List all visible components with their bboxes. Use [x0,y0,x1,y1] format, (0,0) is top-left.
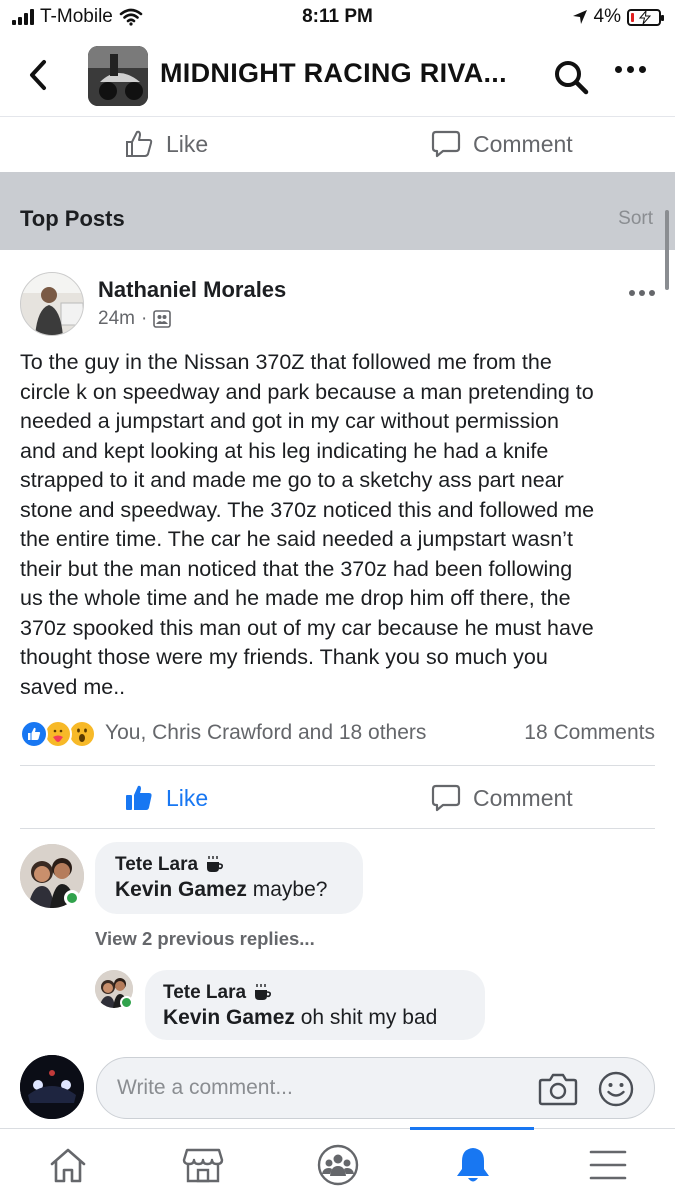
top-posts-header: Top Posts Sort [0,172,675,250]
post-line: the entire time. The car he said needed … [20,527,573,551]
comment-author-name: Tete Lara [115,854,199,875]
thumbs-up-filled-icon [126,785,152,810]
comment-author[interactable]: Tete Lara [115,854,224,876]
members-audience-icon [153,310,172,328]
reaction-icons [20,720,102,748]
menu-icon [589,1150,626,1180]
group-title[interactable]: MIDNIGHT RACING RIVA... [160,58,507,89]
bottom-tab-bar [0,1127,675,1200]
battery-percent: 4% [593,6,621,27]
previous-post-actions: Like Comment [0,116,675,172]
like-reaction-icon [20,720,48,748]
comment-input-placeholder: Write a comment... [117,1076,293,1099]
smiley-icon [598,1071,634,1107]
post-meta: 24m · [98,308,172,330]
post-line: and and kept looking at his leg indicati… [20,438,549,463]
comment-bubble[interactable]: Tete Lara Kevin Gamez maybe? [95,842,363,914]
care-reaction-icon [44,720,72,748]
coffee-cup-icon [207,856,224,872]
tab-menu[interactable] [540,1129,675,1200]
status-right: 4% [572,6,664,28]
tab-notifications[interactable] [405,1129,540,1200]
like-button[interactable]: Like [124,783,208,813]
online-status-dot [120,996,133,1009]
search-button[interactable] [552,58,590,96]
online-status-dot [64,890,80,906]
home-icon [50,1148,85,1183]
post-line: needed a jumpstart and got in my car wit… [20,409,559,433]
thumbs-up-outline-icon [126,130,153,157]
post-options-button[interactable] [629,290,655,296]
reactions-text[interactable]: You, Chris Crawford and 18 others [105,721,426,745]
reply-message: oh shit my bad [294,1006,438,1029]
meta-separator: · [140,308,148,329]
post-actions: Like Comment [20,765,655,829]
post-line: stone and speedway. The 370z noticed thi… [20,497,595,522]
like-label: Like [166,784,209,811]
camera-button[interactable] [538,1071,578,1112]
sort-button[interactable]: Sort [618,208,653,230]
current-user-avatar[interactable] [20,1055,84,1119]
groups-icon [317,1144,358,1186]
comment-button[interactable]: Comment [431,783,573,813]
post-body: To the guy in the Nissan 370Z that follo… [20,348,660,702]
tab-groups[interactable] [270,1129,405,1200]
camera-icon [538,1073,578,1106]
comment-message: maybe? [246,878,328,901]
tab-marketplace[interactable] [135,1129,270,1200]
comment-mention[interactable]: Kevin Gamez [115,878,247,901]
nav-bar: MIDNIGHT RACING RIVA... [0,36,675,116]
back-button[interactable] [24,58,54,92]
comment-text: Kevin Gamez maybe? [115,878,327,902]
comment-icon [431,130,461,158]
chevron-left-icon [30,60,46,90]
post-line: thought those were my friends. Thank you… [20,645,548,669]
post-line: their but the man noticed that the 370z … [20,556,573,581]
post-author-avatar[interactable] [20,272,84,336]
reply-mention[interactable]: Kevin Gamez [163,1006,295,1029]
tab-home[interactable] [0,1129,135,1200]
marketplace-icon [182,1148,223,1183]
post-line: circle k on speedway and park because a … [20,379,594,404]
post-time[interactable]: 24m [98,308,135,330]
previous-comment-label: Comment [473,130,573,157]
post-line: strapped to it and made me go to a sketc… [20,468,564,492]
group-avatar[interactable] [88,46,148,106]
reply-bubble[interactable]: Tete Lara Kevin Gamez oh shit my bad [145,970,485,1040]
location-arrow-icon [572,10,587,24]
status-bar: T-Mobile 8:11 PM 4% [0,0,675,36]
post-line: To the guy in the Nissan 370Z that follo… [20,350,552,374]
more-options-button[interactable] [615,66,646,73]
reply-author[interactable]: Tete Lara [163,982,272,1004]
previous-comment-button[interactable]: Comment [431,129,573,159]
search-icon [555,61,589,95]
section-title: Top Posts [20,206,125,231]
post-line: 370z spooked this man out of my car beca… [20,615,594,640]
reply-text: Kevin Gamez oh shit my bad [163,1006,437,1030]
notifications-icon [456,1148,489,1182]
view-previous-replies-link[interactable]: View 2 previous replies... [95,928,315,950]
comment-label: Comment [473,784,573,811]
post-line: saved me.. [20,674,126,699]
scrollbar[interactable] [665,210,669,290]
post-author-name[interactable]: Nathaniel Morales [98,277,286,303]
reply-author-name: Tete Lara [163,982,247,1003]
post-line: us the whole time and he made me drop hi… [20,586,571,610]
previous-like-button[interactable]: Like [124,129,208,159]
wow-reaction-icon [68,720,96,748]
reactions-summary[interactable]: You, Chris Crawford and 18 others 18 Com… [20,716,655,750]
battery-icon [627,8,664,26]
comment-input[interactable]: Write a comment... [96,1057,655,1119]
emoji-button[interactable] [598,1071,634,1112]
coffee-cup-icon [255,984,272,1000]
comments-count[interactable]: 18 Comments [524,721,655,745]
comment-icon [431,784,461,812]
previous-like-label: Like [166,130,209,157]
